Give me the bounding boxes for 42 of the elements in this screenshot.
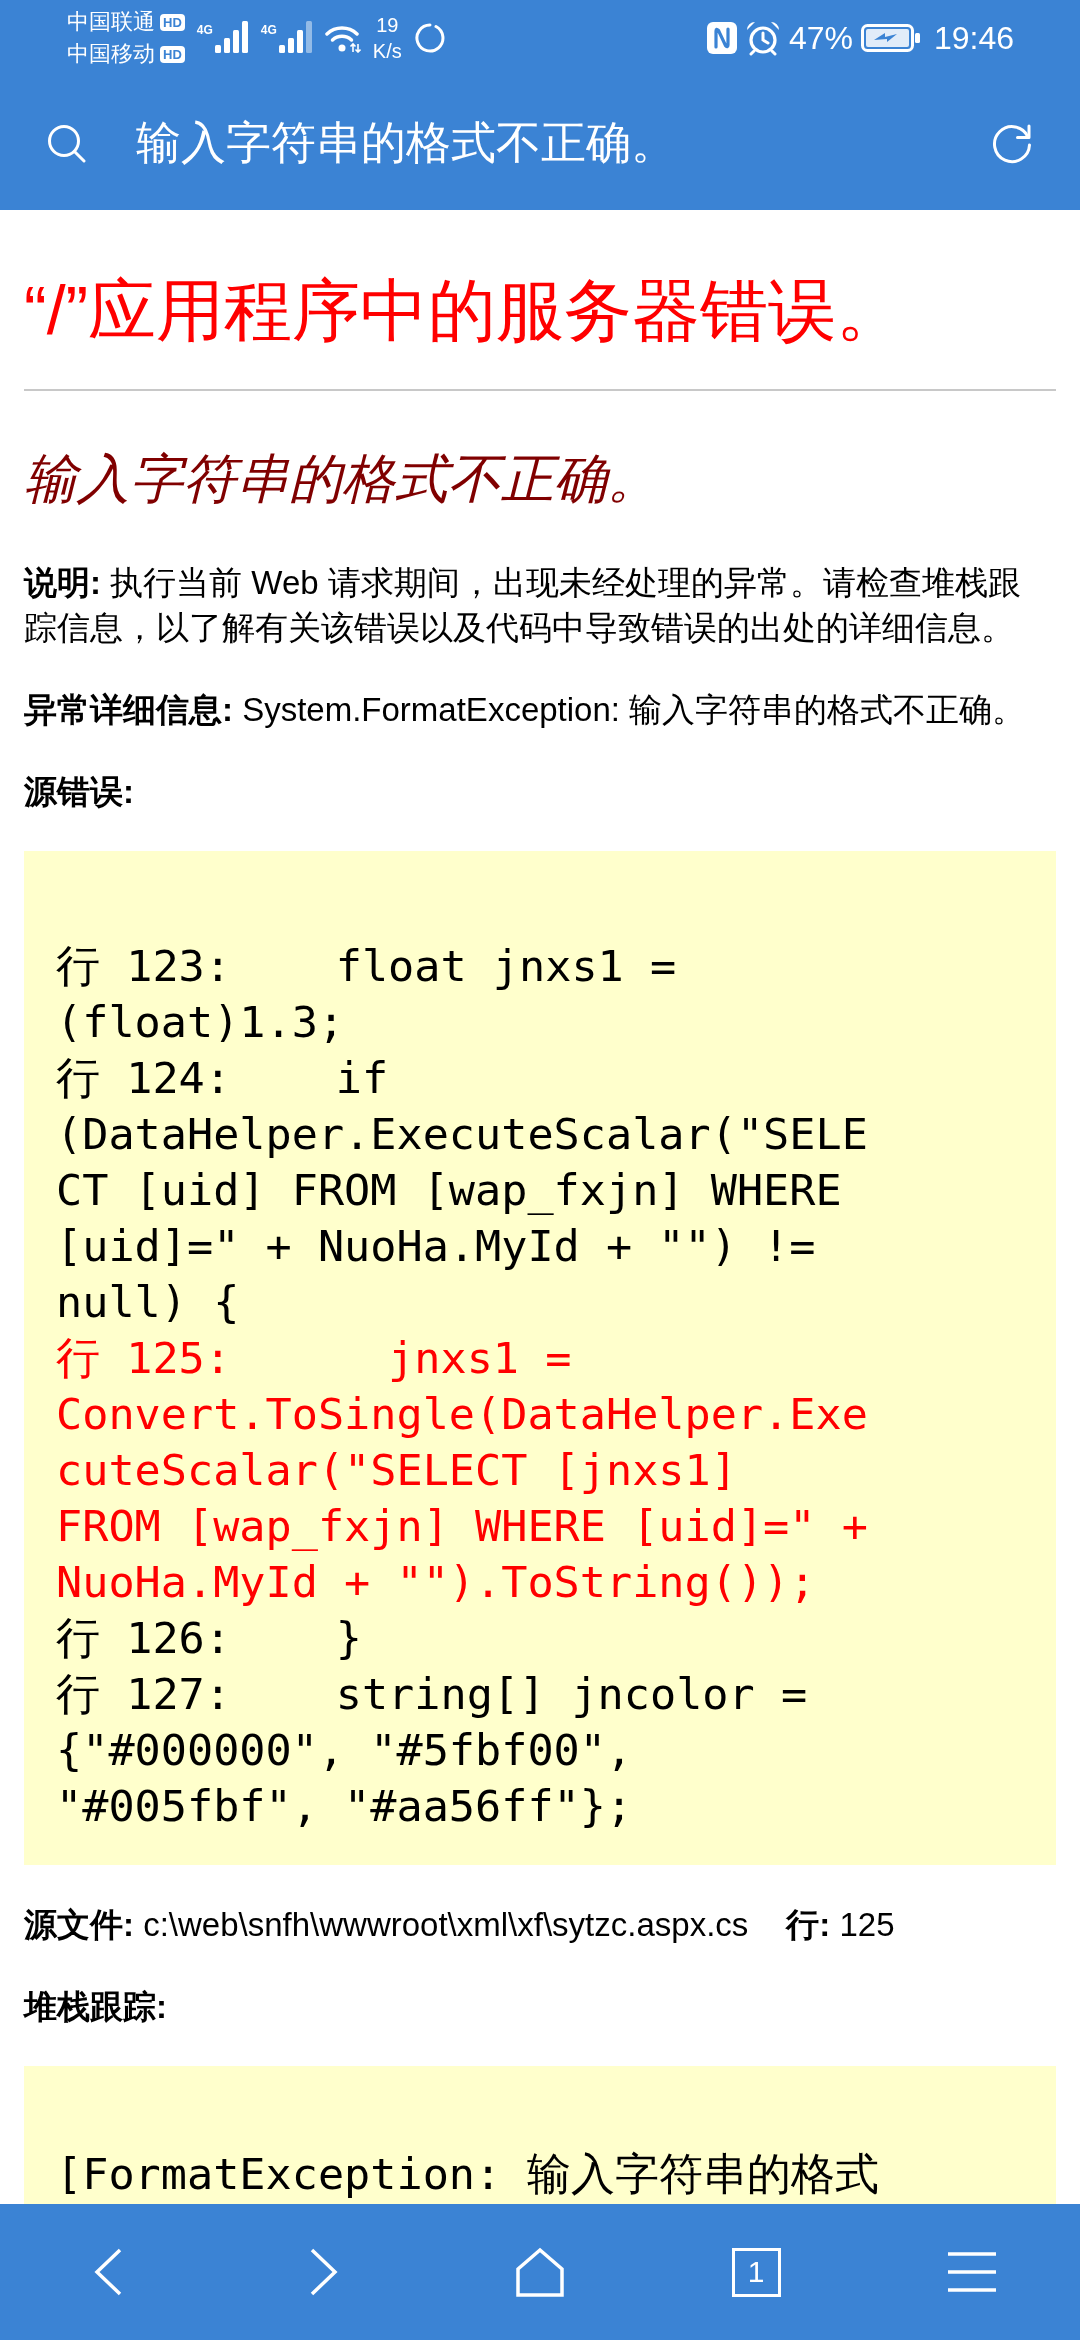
network-type-label: 4G [196, 23, 213, 37]
code-line: 行 125: jnxs1 = Convert.ToSingle(DataHelper.Exe cuteScalar("SELECT [jnxs1] FROM [wap_fxjn] WHERE [uid]=" + NuoHa.MyId + "").ToString()); [56, 1332, 869, 1609]
menu-button[interactable] [947, 2251, 997, 2293]
ring-icon [413, 22, 446, 54]
nfc-icon [706, 22, 737, 54]
error-heading: 输入字符串的格式不正确。 [24, 448, 661, 510]
hd-badge: HD [160, 45, 185, 63]
carrier-name: 中国联通 [67, 8, 155, 36]
section-label: 堆栈跟踪: [24, 1987, 168, 2027]
chevron-right-icon [309, 2248, 339, 2296]
carrier-name: 中国移动 [67, 40, 155, 68]
code-line: 行 123: float jnxs1 = (float)1.3; [56, 940, 678, 1049]
hd-badge: HD [160, 13, 185, 31]
clock-time: 19:46 [933, 19, 1014, 58]
code-line: 行 126: } [56, 1612, 363, 1665]
home-button[interactable] [515, 2247, 565, 2297]
source-info-text: 源文件: c:\web\snfh\wwwroot\xml\xf\sytzc.aspx.cs [24, 1905, 749, 1945]
address-bar-text[interactable]: 输入字符串的格式不正确。 [136, 115, 990, 171]
battery-percent-text: 47% [788, 19, 853, 58]
chevron-left-icon [93, 2248, 123, 2296]
source-info-text: 行: 125 [786, 1905, 895, 1945]
back-button[interactable] [93, 2248, 123, 2296]
code-line: [FormatException: 输入字符串的格式 [56, 2148, 881, 2201]
forward-button[interactable] [309, 2248, 339, 2296]
alarm-clock-icon [744, 20, 781, 56]
home-icon [515, 2247, 565, 2297]
network-speed-unit: K/s [372, 39, 402, 64]
network-type-label: 4G [260, 23, 277, 37]
search-icon [47, 123, 86, 163]
menu-icon [947, 2251, 997, 2293]
network-speed-value: 19 [376, 13, 399, 38]
error-detail-text: 说明: 执行当前 Web 请求期间，出现未经处理的异常。请检查堆栈跟踪信息，以了解有关该错误以及代码中导致错误的出处的详细信息。 [24, 563, 1022, 648]
code-line: 行 127: string[] jncolor = {"#000000", "#5fbf00", "#005fbf", "#aa56ff"}; [56, 1668, 809, 1833]
page-heading: “/”应用程序中的服务器错误。 [24, 271, 906, 350]
signal-bars-icon [214, 21, 249, 53]
signal-bars-icon [278, 21, 313, 53]
error-detail-text: 异常详细信息: System.FormatException: 输入字符串的格式不正确。 [24, 690, 1027, 730]
tab-switcher-button[interactable]: 1 [731, 2247, 781, 2297]
code-line: 行 124: if (DataHelper.ExecuteScalar("SELE CT [uid] FROM [wap_fxjn] WHERE [uid]=" + NuoHa.MyId + "") != null) { [56, 1052, 869, 1329]
section-label: 源错误: [24, 772, 135, 812]
battery-charging-icon [860, 24, 921, 52]
wifi-icon [324, 23, 361, 53]
